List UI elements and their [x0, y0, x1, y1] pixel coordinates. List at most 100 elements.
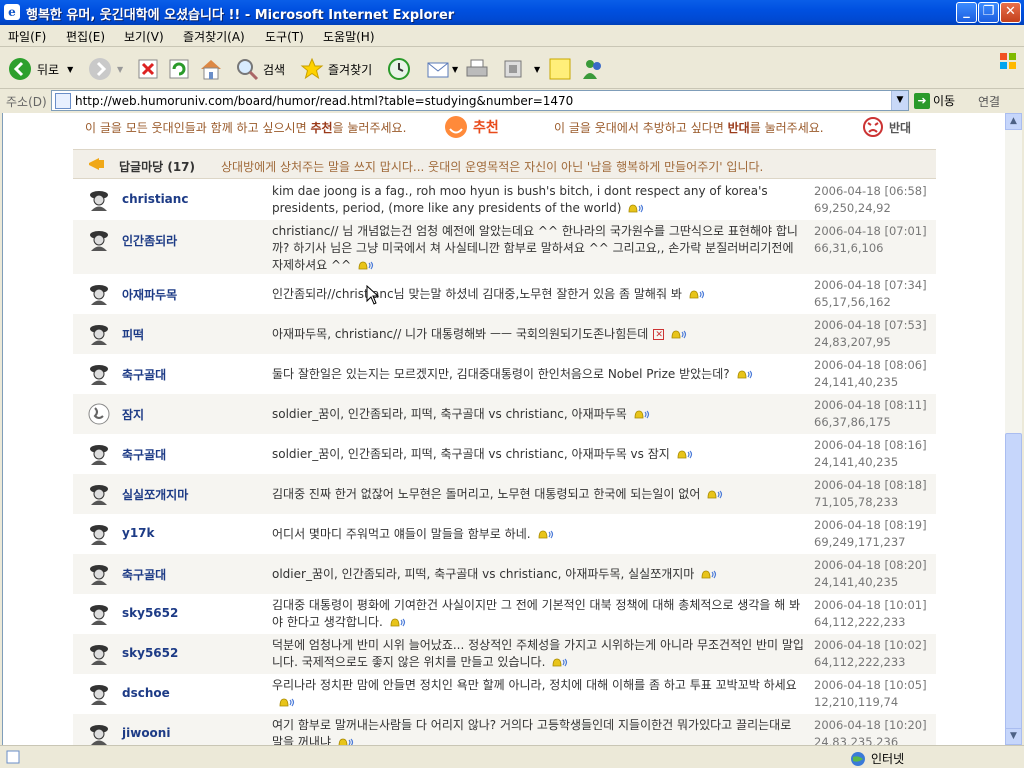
history-button[interactable]	[387, 57, 411, 81]
page-content: 이 글을 모든 웃대인들과 함께 하고 싶으시면 추천을 눌러주세요. 추천 이…	[2, 113, 1005, 745]
reply-row: christianc kim dae joong is a fag., roh m…	[73, 180, 936, 220]
note-icon	[549, 58, 571, 80]
bell-icon[interactable]	[388, 617, 406, 628]
bell-icon[interactable]	[699, 569, 717, 580]
oppose-label: 반대	[889, 120, 912, 135]
edit-button[interactable]: ▼	[502, 57, 540, 81]
bell-icon[interactable]	[336, 737, 354, 745]
reply-ip: 24,83,207,95	[814, 335, 891, 349]
reply-ip: 12,210,119,74	[814, 695, 899, 709]
reply-meta: 2006-04-18 [06:58] 69,250,24,92	[814, 183, 927, 217]
bell-icon[interactable]	[735, 369, 753, 380]
bell-icon[interactable]	[550, 657, 568, 668]
vote-down-text: 이 글을 웃대에서 추방하고 싶다면 반대를 눌러주세요.	[554, 121, 824, 135]
recommend-button[interactable]: 추천	[443, 113, 499, 141]
home-button[interactable]	[199, 57, 223, 81]
vote-bar: 이 글을 모든 웃대인들과 함께 하고 싶으시면 추천을 눌러주세요. 추천 이…	[81, 113, 936, 143]
reply-nick[interactable]: sky5652	[122, 606, 178, 620]
soldier-avatar-icon	[90, 285, 108, 305]
reply-nick[interactable]: dschoe	[122, 686, 170, 700]
back-button[interactable]: 뒤로 ▼	[8, 57, 73, 81]
soldier-avatar-icon	[90, 365, 108, 385]
messenger-button[interactable]	[581, 57, 605, 81]
menu-favorites[interactable]: 즐겨찾기(A)	[183, 28, 245, 45]
smile-face-icon	[445, 116, 467, 138]
bell-icon[interactable]	[277, 697, 295, 708]
reply-nick[interactable]: 잠지	[122, 406, 144, 423]
search-button[interactable]: 검색	[235, 57, 285, 81]
bell-icon[interactable]	[356, 260, 374, 271]
address-input[interactable]: http://web.humoruniv.com/board/humor/rea…	[51, 90, 909, 111]
bell-icon[interactable]	[632, 409, 650, 420]
reply-row: 잠지 soldier_꿈이, 인간좀되라, 피떡, 축구골대 vs christi…	[73, 394, 936, 434]
reply-text: 둘다 잘한일은 있는지는 모르겠지만, 김대중대통령이 한인처음으로 Nobel…	[272, 366, 806, 383]
mail-icon	[427, 62, 449, 78]
title-bar[interactable]: e 행복한 유머, 웃긴대학에 오셨습니다 !! - Microsoft Int…	[0, 0, 1024, 25]
discuss-button[interactable]	[548, 57, 572, 81]
reply-text: kim dae joong is a fag., roh moo hyun is…	[272, 184, 768, 215]
address-dropdown-icon[interactable]: ▼	[891, 91, 908, 110]
forward-dropdown-icon[interactable]: ▼	[117, 65, 123, 74]
reply-meta: 2006-04-18 [10:05] 12,210,119,74	[814, 677, 927, 711]
scroll-up-icon[interactable]: ▲	[1005, 113, 1022, 130]
reply-date: 2006-04-18 [08:19]	[814, 518, 927, 532]
reply-nick[interactable]: christianc	[122, 192, 188, 206]
go-arrow-icon: ➜	[914, 92, 930, 109]
bell-icon[interactable]	[536, 529, 554, 540]
bell-icon[interactable]	[626, 203, 644, 214]
forward-button[interactable]: ▼	[88, 57, 123, 81]
reply-nick[interactable]: 축구골대	[122, 566, 166, 583]
bell-icon[interactable]	[705, 489, 723, 500]
reply-ip: 65,17,56,162	[814, 295, 891, 309]
print-button[interactable]	[465, 57, 489, 81]
vertical-scrollbar[interactable]: ▲ ▼	[1005, 113, 1022, 745]
mail-button[interactable]: ▼	[426, 57, 458, 81]
reply-nick[interactable]: sky5652	[122, 646, 178, 660]
go-button[interactable]: ➜ 이동	[914, 92, 955, 109]
mail-dropdown-icon[interactable]: ▼	[452, 65, 458, 74]
reply-nick[interactable]: 축구골대	[122, 446, 166, 463]
stop-button[interactable]	[137, 57, 159, 81]
recommend-label: 추천	[473, 120, 499, 136]
reply-nick[interactable]: 실실쪼개지마	[122, 486, 188, 503]
scroll-down-icon[interactable]: ▼	[1005, 728, 1022, 745]
reply-nick[interactable]: jiwooni	[122, 726, 170, 740]
reply-nick[interactable]: 피떡	[122, 326, 144, 343]
bell-icon[interactable]	[669, 329, 687, 340]
reply-meta: 2006-04-18 [08:06] 24,141,40,235	[814, 357, 927, 391]
delete-icon[interactable]	[653, 327, 665, 344]
menu-help[interactable]: 도움말(H)	[323, 28, 375, 45]
security-zone[interactable]: 인터넷	[850, 750, 904, 767]
reply-text: 덕분에 엄청나게 반미 시위 늘어났죠... 정상적인 주체성을 가지고 시위하…	[272, 638, 804, 669]
bell-icon[interactable]	[687, 289, 705, 300]
reply-row: 인간좀되라 christianc// 님 개념없는건 엄청 예전에 알았는데요 ^…	[73, 220, 936, 274]
reply-text: 어디서 몇마디 주워먹고 얘들이 말들을 함부로 하네.	[272, 526, 806, 543]
reply-meta: 2006-04-18 [07:01] 66,31,6,106	[814, 223, 927, 257]
minimize-button[interactable]: _	[956, 2, 977, 23]
scroll-thumb[interactable]	[1005, 433, 1022, 733]
menu-file[interactable]: 파일(F)	[8, 28, 46, 45]
reply-nick[interactable]: 인간좀되라	[122, 232, 177, 249]
menu-tools[interactable]: 도구(T)	[265, 28, 304, 45]
menu-view[interactable]: 보기(V)	[124, 28, 164, 45]
replies-header: 답글마당 (17) 상대방에게 상처주는 말을 쓰지 맙시다... 웃대의 운영…	[73, 149, 936, 179]
edit-dropdown-icon[interactable]: ▼	[534, 65, 540, 74]
toolbar: 뒤로 ▼ ▼ 검색 즐겨찾기 ▼ ▼	[0, 47, 1024, 89]
restore-button[interactable]: ❐	[978, 2, 999, 23]
soldier-avatar-icon	[90, 725, 108, 745]
reply-row: 실실쪼개지마 김대중 진짜 한거 없잖어 노무현은 돌머리고, 노무현 대통령되고…	[73, 474, 936, 514]
menu-edit[interactable]: 편집(E)	[66, 28, 105, 45]
bell-icon[interactable]	[675, 449, 693, 460]
close-button[interactable]: ✕	[1000, 2, 1021, 23]
refresh-button[interactable]	[168, 57, 190, 81]
reply-nick[interactable]: 축구골대	[122, 366, 166, 383]
reply-nick[interactable]: 아재파두목	[122, 286, 177, 303]
reply-nick[interactable]: y17k	[122, 526, 155, 540]
oppose-button[interactable]: 반대	[861, 113, 911, 141]
links-button[interactable]: 연결	[978, 93, 1000, 110]
back-dropdown-icon[interactable]: ▼	[67, 65, 73, 74]
favorites-button[interactable]: 즐겨찾기	[300, 57, 372, 81]
address-url[interactable]: http://web.humoruniv.com/board/humor/rea…	[75, 94, 573, 108]
browser-window: e 행복한 유머, 웃긴대학에 오셨습니다 !! - Microsoft Int…	[0, 0, 1024, 768]
refresh-icon	[169, 59, 189, 79]
